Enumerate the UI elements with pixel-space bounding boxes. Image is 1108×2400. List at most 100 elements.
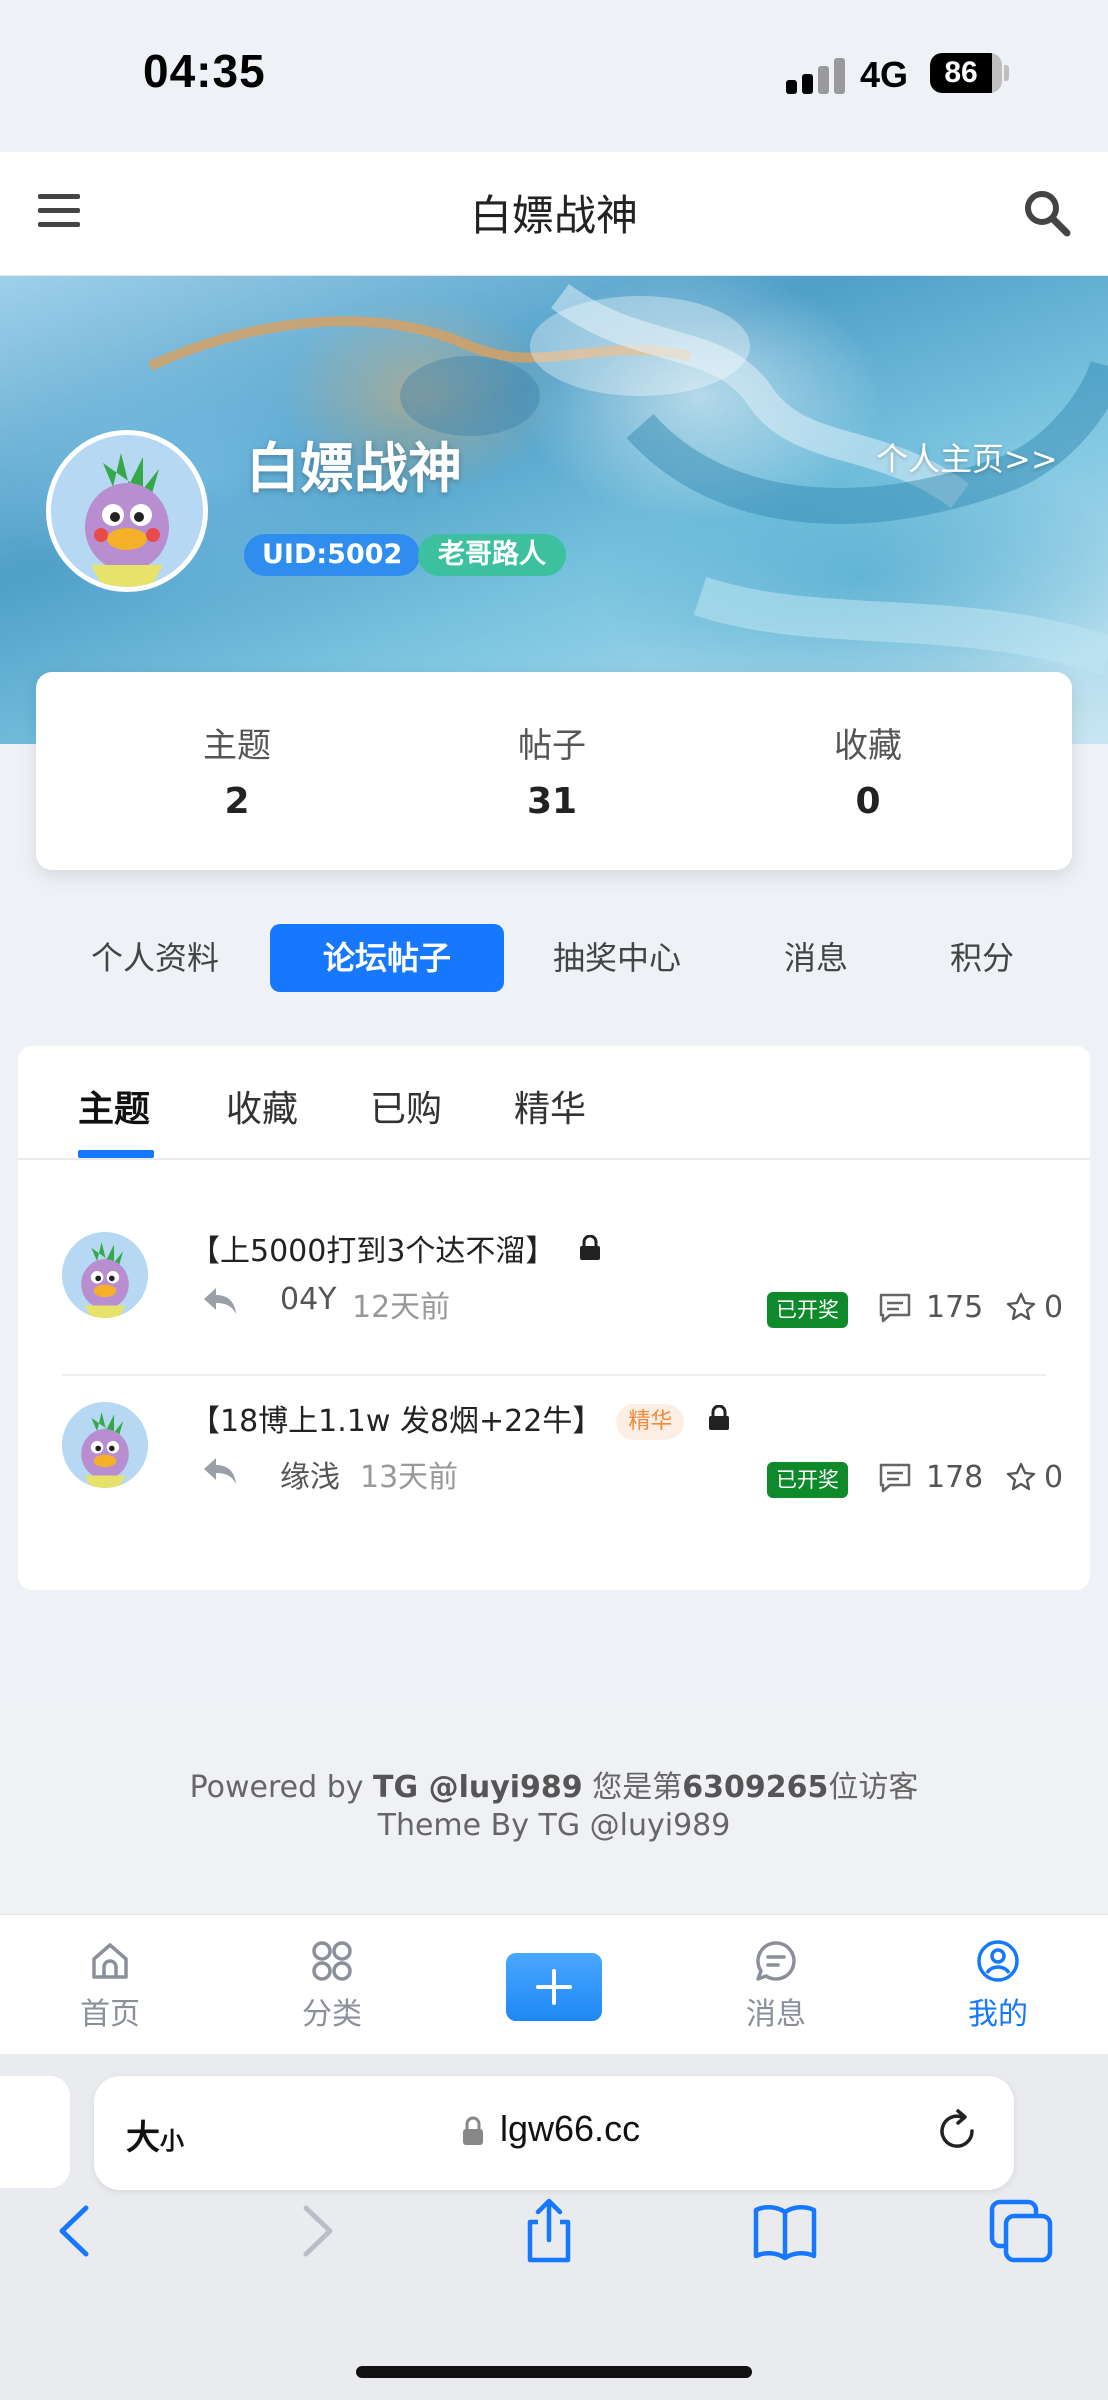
reload-icon[interactable]	[934, 2108, 980, 2154]
post-item[interactable]: 【上5000打到3个达不溜】 04Y 12天前 已开奖 175 0	[62, 1212, 1063, 1372]
post-time: 12天前	[352, 1290, 451, 1325]
footer-visitor-prefix: 您是第	[582, 1770, 683, 1805]
uid-badge: UID:5002	[244, 534, 421, 576]
nav-label: 我的	[968, 1997, 1028, 2032]
subtab-purchased[interactable]: 已购	[370, 1080, 442, 1132]
stat-value: 2	[224, 781, 250, 822]
signal-icon	[786, 56, 848, 94]
star-count: 0	[1044, 1290, 1064, 1325]
post-title[interactable]: 【18博上1.1w 发8烟+22牛】 精华	[190, 1396, 730, 1440]
battery-level: 86	[944, 56, 978, 89]
nav-categories[interactable]: 分类	[272, 1939, 392, 2033]
prize-drawn-badge: 已开奖	[767, 1462, 848, 1498]
nav-label: 消息	[746, 1997, 806, 2032]
comment-count: 178	[926, 1460, 984, 1495]
battery-icon: 86	[930, 53, 1002, 93]
subtab-featured[interactable]: 精华	[514, 1080, 586, 1132]
nav-label: 分类	[302, 1997, 362, 2032]
rank-badge: 老哥路人	[418, 534, 566, 576]
footer-visitor-suffix: 位访客	[828, 1770, 919, 1805]
home-indicator	[356, 2366, 752, 2378]
post-item[interactable]: 【18博上1.1w 发8烟+22牛】 精华 缘浅 13天前 已开奖 178 0	[62, 1382, 1063, 1542]
new-post-button[interactable]	[506, 1953, 602, 2021]
forward-icon[interactable]	[282, 2196, 352, 2266]
stat-label: 主题	[203, 726, 271, 766]
post-divider	[62, 1374, 1046, 1376]
tab-forum-posts[interactable]: 论坛帖子	[270, 924, 504, 992]
stat-value: 31	[526, 781, 578, 822]
page-settings-button[interactable]: 大小	[126, 2110, 184, 2159]
app-header: 白嫖战神	[0, 152, 1108, 276]
aa-big: 大	[126, 2118, 160, 2158]
star-icon[interactable]	[1006, 1462, 1036, 1492]
posts-card: 主题 收藏 已购 精华 【上5000打到3个达不溜】 04Y 12天前 已开奖 …	[18, 1046, 1090, 1590]
post-time: 13天前	[360, 1460, 459, 1495]
previous-tab-peek[interactable]	[0, 2076, 70, 2188]
nav-messages[interactable]: 消息	[716, 1939, 836, 2033]
tab-profile-info[interactable]: 个人资料	[72, 924, 238, 992]
stat-posts[interactable]: 帖子 31	[452, 718, 652, 822]
tabs-icon[interactable]	[986, 2196, 1056, 2266]
home-icon	[92, 1943, 128, 1979]
nav-home[interactable]: 首页	[50, 1939, 170, 2033]
stat-topics[interactable]: 主题 2	[137, 718, 337, 822]
reply-icon	[204, 1288, 236, 1314]
profile-avatar[interactable]	[46, 430, 208, 592]
stat-label: 帖子	[518, 726, 586, 766]
post-title[interactable]: 【上5000打到3个达不溜】	[190, 1226, 601, 1270]
post-author[interactable]: 缘浅	[280, 1452, 340, 1496]
post-avatar[interactable]	[62, 1232, 148, 1318]
url-text[interactable]: lgw66.cc	[500, 2108, 640, 2150]
star-icon[interactable]	[1006, 1292, 1036, 1322]
nav-mine[interactable]: 我的	[938, 1939, 1058, 2033]
sub-tabs: 主题 收藏 已购 精华	[18, 1046, 1090, 1160]
star-count: 0	[1044, 1460, 1064, 1495]
footer-powered-by: Powered by TG @luyi989 您是第6309265位访客	[0, 1762, 1108, 1806]
status-bar: 04:35 4G 86	[0, 0, 1108, 152]
featured-tag: 精华	[616, 1404, 685, 1440]
plus-icon	[536, 1969, 572, 2005]
post-title-text: 【上5000打到3个达不溜】	[190, 1234, 556, 1269]
comment-icon	[879, 1463, 911, 1493]
chat-icon	[756, 1941, 796, 1981]
footer-powered-prefix: Powered by	[189, 1770, 374, 1805]
main-tabs: 个人资料 论坛帖子 抽奖中心 消息 积分	[0, 924, 1108, 992]
user-circle-icon	[977, 1940, 1019, 1982]
post-title-text: 【18博上1.1w 发8烟+22牛】	[190, 1404, 603, 1439]
share-icon[interactable]	[514, 2196, 584, 2266]
active-tab-indicator	[78, 1150, 154, 1158]
nav-label: 首页	[80, 1997, 140, 2032]
tab-messages[interactable]: 消息	[764, 924, 868, 992]
grid-icon	[312, 1941, 352, 1981]
comment-count: 175	[926, 1290, 984, 1325]
post-avatar[interactable]	[62, 1402, 148, 1488]
stat-favorites[interactable]: 收藏 0	[768, 718, 968, 822]
address-bar[interactable]: 大小 lgw66.cc	[94, 2076, 1014, 2190]
bottom-nav: 首页 分类 消息 我的	[0, 1914, 1108, 2054]
stat-value: 0	[855, 781, 881, 822]
stat-label: 收藏	[834, 726, 902, 766]
aa-small: 小	[160, 2127, 184, 2155]
homepage-link[interactable]: 个人主页>>	[876, 434, 1058, 480]
network-type: 4G	[860, 54, 909, 95]
search-icon[interactable]	[1022, 188, 1072, 238]
reply-icon	[204, 1458, 236, 1484]
subtab-topics[interactable]: 主题	[78, 1080, 150, 1132]
back-icon[interactable]	[40, 2196, 110, 2266]
footer-theme: Theme By TG @luyi989	[377, 1808, 731, 1843]
battery-tip	[1004, 65, 1009, 81]
status-time: 04:35	[143, 45, 266, 97]
footer-powered-link[interactable]: TG @luyi989	[373, 1770, 583, 1805]
comment-icon	[879, 1293, 911, 1323]
visitor-count: 6309265	[682, 1770, 829, 1805]
tab-points[interactable]: 积分	[930, 924, 1034, 992]
post-author[interactable]: 04Y	[280, 1282, 337, 1317]
lock-icon	[463, 2116, 483, 2145]
tab-lottery-center[interactable]: 抽奖中心	[536, 924, 698, 992]
subtab-favorites[interactable]: 收藏	[226, 1080, 298, 1132]
stats-card: 主题 2 帖子 31 收藏 0	[36, 672, 1072, 870]
prize-drawn-badge: 已开奖	[767, 1292, 848, 1328]
lock-icon	[708, 1405, 729, 1430]
lock-icon	[579, 1235, 600, 1260]
bookmarks-icon[interactable]	[750, 2196, 820, 2266]
